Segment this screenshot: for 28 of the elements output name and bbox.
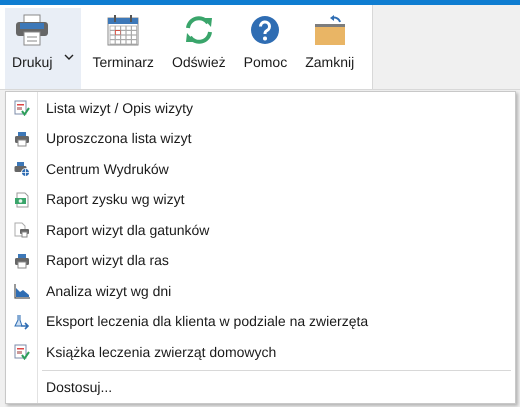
menu-item[interactable]: Dostosuj... xyxy=(6,372,515,403)
menu-item[interactable]: Raport zysku wg wizyt xyxy=(6,184,515,215)
folder-icon xyxy=(314,14,346,46)
menu-item[interactable]: Raport wizyt dla gatunków xyxy=(6,215,515,246)
banknote-icon xyxy=(14,192,30,208)
menu-item[interactable]: Analiza wizyt wg dni xyxy=(6,276,515,306)
menu-item[interactable]: Eksport leczenia dla klienta w podziale na zwierzęta xyxy=(6,306,515,337)
toolbar-button[interactable]: Odśwież xyxy=(164,8,233,89)
toolbar-button[interactable]: Zamknij xyxy=(298,8,362,89)
printer-icon xyxy=(14,252,30,269)
document-printer-icon xyxy=(14,222,30,238)
help-icon xyxy=(250,15,280,45)
report-check-icon xyxy=(14,344,30,360)
calendar-icon xyxy=(107,14,140,46)
menu-item[interactable]: Lista wizyt / Opis wizyty xyxy=(6,93,515,124)
printer-icon xyxy=(14,130,30,147)
toolbar-button[interactable]: Drukuj xyxy=(5,8,82,89)
toolbar-button[interactable]: Terminarz xyxy=(85,8,161,89)
menu-item[interactable]: Uproszczona lista wizyt xyxy=(6,124,515,154)
printer-globe-icon xyxy=(14,161,30,178)
menu-item[interactable]: Centrum Wydruków xyxy=(6,154,515,184)
menu-item[interactable]: Raport wizyt dla ras xyxy=(6,246,515,276)
area-chart-icon xyxy=(14,283,30,300)
toolbar-button[interactable]: Pomoc xyxy=(236,8,294,89)
report-check-icon xyxy=(14,100,30,116)
flask-arrow-icon xyxy=(14,314,30,330)
printer-icon xyxy=(15,14,50,46)
menu-item[interactable]: Książka leczenia zwierząt domowych xyxy=(6,337,515,368)
